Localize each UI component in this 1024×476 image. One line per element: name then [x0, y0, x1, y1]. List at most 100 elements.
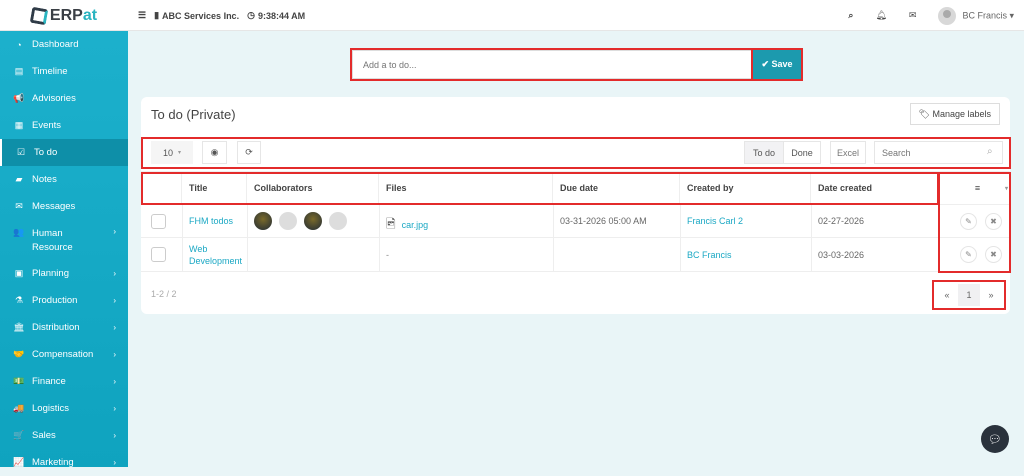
avatar — [938, 6, 957, 25]
save-button[interactable]: ✔ Save — [753, 50, 801, 79]
bank-icon: 🏛 — [13, 322, 25, 332]
add-todo-input[interactable] — [352, 50, 752, 79]
excel-button[interactable]: Excel — [830, 141, 866, 164]
sidebar-item-label: Distribution — [32, 322, 80, 333]
created-by-link[interactable]: BC Francis — [680, 238, 732, 271]
sidebar-item-label: Marketing — [32, 457, 74, 468]
todo-title-link[interactable]: Web Development — [182, 238, 247, 271]
row-checkbox[interactable] — [151, 213, 166, 229]
avatar[interactable] — [254, 212, 272, 230]
sidebar-item-label: Sales — [32, 430, 56, 441]
cart-icon: 🛒 — [13, 430, 25, 440]
top-header: ERPat ☰ ▮ ABC Services Inc. ◷ 9:38:44 AM… — [0, 0, 1024, 31]
chat-icon: 💬︎ — [988, 433, 1002, 446]
sidebar-item-marketing[interactable]: 📈 Marketing › — [0, 449, 128, 476]
delete-icon[interactable]: ✖ — [985, 212, 1002, 230]
tab-done[interactable]: Done — [783, 141, 821, 164]
company-name: ABC Services Inc. — [162, 10, 240, 21]
chevron-right-icon: › — [113, 350, 116, 359]
date-created: 02-27-2026 — [818, 216, 865, 226]
column-header-collaborators[interactable]: Collaborators — [247, 172, 379, 204]
page-size-select[interactable]: 10 ▾ — [151, 141, 193, 164]
collaborators — [247, 205, 354, 237]
edit-icon[interactable]: ✎ — [960, 212, 977, 230]
sidebar-item-label: Timeline — [32, 66, 68, 77]
column-options-button[interactable]: ≡ ▾ — [938, 172, 1010, 204]
chevron-right-icon: › — [113, 227, 116, 236]
briefcase-icon: ▣ — [14, 268, 24, 278]
sidebar-item-advisories[interactable]: 📢 Advisories — [0, 85, 128, 112]
megaphone-icon: 📢 — [13, 93, 25, 103]
page-1-button[interactable]: 1 — [958, 284, 980, 306]
search-icon: ⌕ — [987, 146, 993, 157]
sidebar-item-dashboard[interactable]: ◔ Dashboard — [0, 31, 128, 58]
chevron-right-icon: › — [113, 404, 116, 413]
search-input[interactable] — [874, 141, 1003, 164]
sidebar-item-label: Planning — [32, 268, 69, 279]
sidebar-item-events[interactable]: ▦ Events — [0, 112, 128, 139]
truck-icon: 🚚 — [13, 403, 25, 413]
sidebar-item-timeline[interactable]: ▤ Timeline — [0, 58, 128, 85]
manage-labels-button[interactable]: 🏷︎ Manage labels — [909, 103, 1000, 125]
sidebar-item-distribution[interactable]: 🏛 Distribution › — [0, 314, 128, 341]
avatar[interactable] — [304, 212, 322, 230]
note-icon: ▰ — [15, 174, 23, 184]
column-header-created-by[interactable]: Created by — [680, 172, 811, 204]
sidebar-item-notes[interactable]: ▰ Notes — [0, 166, 128, 193]
column-header-date-created[interactable]: Date created — [811, 172, 938, 204]
sidebar-item-label: Human Resource — [32, 228, 73, 253]
edit-icon[interactable]: ✎ — [960, 246, 977, 263]
logo-mark-icon — [29, 6, 49, 25]
next-page-button[interactable]: » — [980, 284, 1002, 306]
prev-page-button[interactable]: « — [936, 284, 958, 306]
todo-card: To do (Private) 🏷︎ Manage labels 10 ▾ ◉ … — [141, 97, 1010, 314]
sidebar-item-production[interactable]: ⚗ Production › — [0, 287, 128, 314]
sidebar-item-messages[interactable]: ✉ Messages — [0, 193, 128, 220]
flask-icon: ⚗ — [14, 295, 24, 305]
page-title: To do (Private) — [151, 107, 236, 122]
menu-toggle-icon[interactable]: ☰ — [138, 10, 146, 21]
search-icon[interactable]: ⌕ — [848, 10, 853, 21]
image-file-icon: 🖻 — [386, 216, 396, 231]
refresh-icon: ⟳ — [245, 147, 253, 157]
sidebar-item-sales[interactable]: 🛒 Sales › — [0, 422, 128, 449]
mail-icon[interactable]: ✉ — [909, 10, 917, 21]
file-link[interactable]: car.jpg — [402, 220, 429, 230]
current-time: 9:38:44 AM — [257, 10, 306, 21]
created-by-link[interactable]: Francis Carl 2 — [680, 205, 743, 237]
dashboard-icon: ◔ — [16, 39, 22, 50]
sidebar-item-human-resource[interactable]: 👥 Human Resource › — [0, 220, 128, 260]
delete-icon[interactable]: ✖ — [985, 246, 1002, 263]
column-header-title[interactable]: Title — [182, 172, 247, 204]
clock-icon: ◷ — [247, 10, 255, 20]
sidebar-item-planning[interactable]: ▣ Planning › — [0, 260, 128, 287]
chevron-right-icon: › — [113, 377, 116, 386]
refresh-button[interactable]: ⟳ — [237, 141, 261, 164]
avatar[interactable] — [279, 212, 297, 230]
chevron-right-icon: › — [113, 269, 116, 278]
avatar[interactable] — [329, 212, 347, 230]
sidebar-item-logistics[interactable]: 🚚 Logistics › — [0, 395, 128, 422]
sidebar-item-compensation[interactable]: 🤝 Compensation › — [0, 341, 128, 368]
tab-todo[interactable]: To do — [744, 141, 784, 164]
users-icon: 👥 — [13, 227, 25, 237]
due-date: 03-31-2026 05:00 AM — [560, 216, 647, 226]
column-header-due-date[interactable]: Due date — [553, 172, 680, 204]
file-empty: - — [386, 249, 389, 260]
user-menu[interactable]: BC Francis ▾ — [938, 6, 1014, 25]
timeline-icon: ▤ — [14, 66, 24, 76]
sidebar-item-finance[interactable]: 💵 Finance › — [0, 368, 128, 395]
logo[interactable]: ERPat — [0, 0, 128, 31]
row-checkbox[interactable] — [151, 247, 166, 262]
sidebar-item-label: Logistics — [32, 403, 69, 414]
chevron-right-icon: › — [113, 458, 116, 467]
sidebar-item-to-do[interactable]: ☑ To do — [0, 139, 128, 166]
todo-title-link[interactable]: FHM todos — [182, 205, 233, 237]
date-created: 03-03-2026 — [818, 249, 865, 260]
sidebar-item-label: Production — [32, 295, 78, 306]
chat-button[interactable]: 💬︎ — [981, 425, 1009, 453]
sidebar-item-label: Finance — [32, 376, 66, 387]
bell-icon[interactable]: 🔔︎ — [875, 10, 886, 21]
hide-columns-button[interactable]: ◉ — [202, 141, 227, 164]
column-header-files[interactable]: Files — [379, 172, 553, 204]
